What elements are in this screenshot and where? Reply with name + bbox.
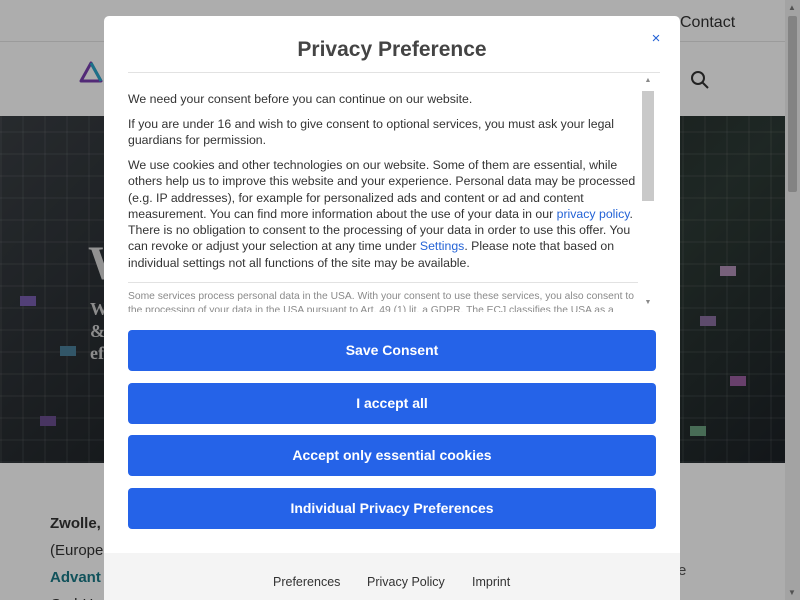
consent-scrollbar-thumb[interactable]	[642, 91, 654, 201]
section-divider	[128, 282, 638, 283]
consent-paragraph: If you are under 16 and wish to give con…	[128, 117, 614, 148]
privacy-policy-link[interactable]: privacy policy	[557, 207, 630, 221]
scroll-up-icon[interactable]: ▲	[643, 77, 653, 87]
modal-title: Privacy Preference	[297, 38, 487, 61]
consent-paragraph: We need your consent before you can cont…	[128, 92, 473, 106]
accept-all-button[interactable]: I accept all	[128, 383, 656, 424]
save-consent-button[interactable]: Save Consent	[128, 330, 656, 371]
title-divider	[128, 72, 660, 73]
footer-preferences-link[interactable]: Preferences	[273, 575, 340, 589]
consent-scrollbar[interactable]: ▲ ▼	[640, 76, 656, 312]
usa-notice-paragraph: Some services process personal data in t…	[128, 291, 634, 312]
scroll-down-icon[interactable]: ▼	[643, 299, 653, 309]
settings-link[interactable]: Settings	[420, 239, 464, 253]
modal-footer: Preferences Privacy Policy Imprint	[104, 553, 680, 600]
consent-paragraph: We use cookies and other technologies on…	[128, 157, 638, 271]
footer-privacy-policy-link[interactable]: Privacy Policy	[367, 575, 445, 589]
consent-text-area[interactable]: We need your consent before you can cont…	[128, 76, 642, 312]
accept-essential-button[interactable]: Accept only essential cookies	[128, 435, 656, 476]
privacy-modal: Privacy Preference × We need your consen…	[104, 16, 680, 600]
footer-imprint-link[interactable]: Imprint	[472, 575, 510, 589]
individual-preferences-button[interactable]: Individual Privacy Preferences	[128, 488, 656, 529]
close-icon[interactable]: ×	[648, 30, 664, 48]
